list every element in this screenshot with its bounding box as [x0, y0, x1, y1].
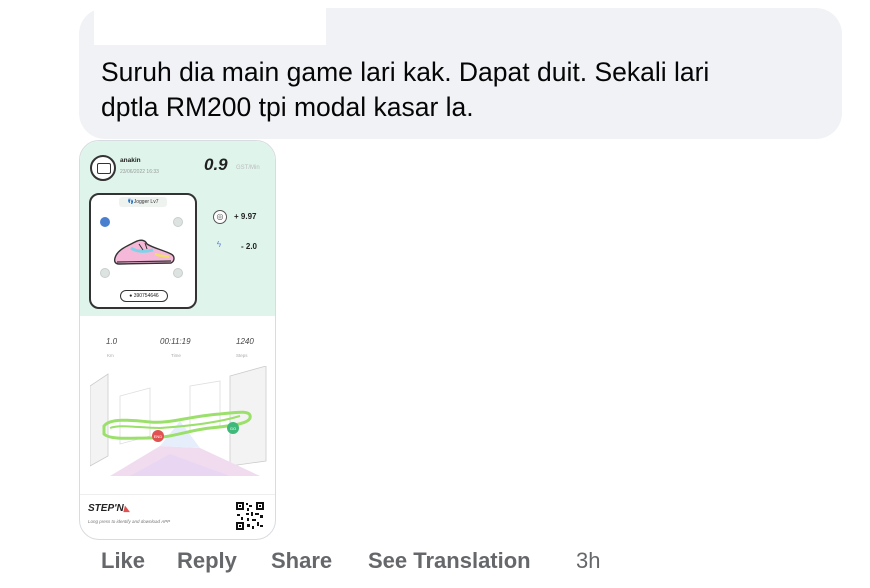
energy-icon: ϟ [216, 240, 222, 249]
user-name: anakin [120, 157, 141, 164]
sneaker-class-label: Jogger Lv7 [133, 199, 159, 205]
steps-label: Steps [236, 353, 248, 358]
earn-rate: 0.9 [204, 155, 228, 174]
avatar [90, 155, 116, 181]
time-value: 00:11:19 [160, 337, 191, 346]
route-map: END GO [90, 366, 267, 476]
sneaker-id: 390754646 [133, 293, 159, 299]
comment-time[interactable]: 3h [576, 548, 600, 574]
sneaker-id-badge: ● 390754646 [120, 290, 168, 302]
sneaker-logo-icon: ◣ [123, 504, 130, 513]
brand-name: STEP'N [88, 503, 124, 514]
sneaker-icon [113, 239, 175, 265]
qr-code-icon [235, 501, 265, 531]
gst-earned: + 9.97 [234, 212, 257, 221]
brand-subtitle: Long press to identify and download APP [88, 519, 171, 524]
see-translation-button[interactable]: See Translation [368, 548, 531, 574]
earn-rate-unit: GST/Min [236, 165, 260, 171]
brand-logo: STEP'N◣ [88, 503, 130, 514]
steps-value: 1240 [236, 337, 254, 346]
gem-slot-icon [173, 217, 183, 227]
share-button[interactable]: Share [271, 548, 332, 574]
stepn-share-image[interactable]: anakin 23/06/2022 16:33 0.9 GST/Min 👣Jog… [79, 140, 276, 540]
go-marker-label: GO [230, 426, 236, 431]
gem-slot-icon [100, 217, 110, 227]
comment-bubble-mask [94, 0, 326, 45]
time-label: Time [171, 353, 181, 358]
reply-button[interactable]: Reply [177, 548, 237, 574]
comment-text-line-1: Suruh dia main game lari kak. Dapat duit… [101, 57, 710, 87]
comment-text: Suruh dia main game lari kak. Dapat duit… [101, 55, 821, 125]
sneaker-class-badge: 👣Jogger Lv7 [119, 197, 167, 207]
footer-divider [80, 494, 275, 495]
end-marker-label: END [154, 434, 163, 439]
energy-used: - 2.0 [241, 242, 258, 251]
distance-label: Km [107, 353, 114, 358]
comment-text-line-2: dptla RM200 tpi modal kasar la. [101, 92, 474, 122]
distance-value: 1.0 [106, 337, 118, 346]
sneaker-card: 👣Jogger Lv7 ● 390754646 [89, 193, 197, 309]
id-icon: ● [129, 293, 133, 299]
gst-coin-icon: ◎ [213, 210, 227, 224]
like-button[interactable]: Like [101, 548, 145, 574]
run-date: 23/06/2022 16:33 [120, 169, 159, 175]
